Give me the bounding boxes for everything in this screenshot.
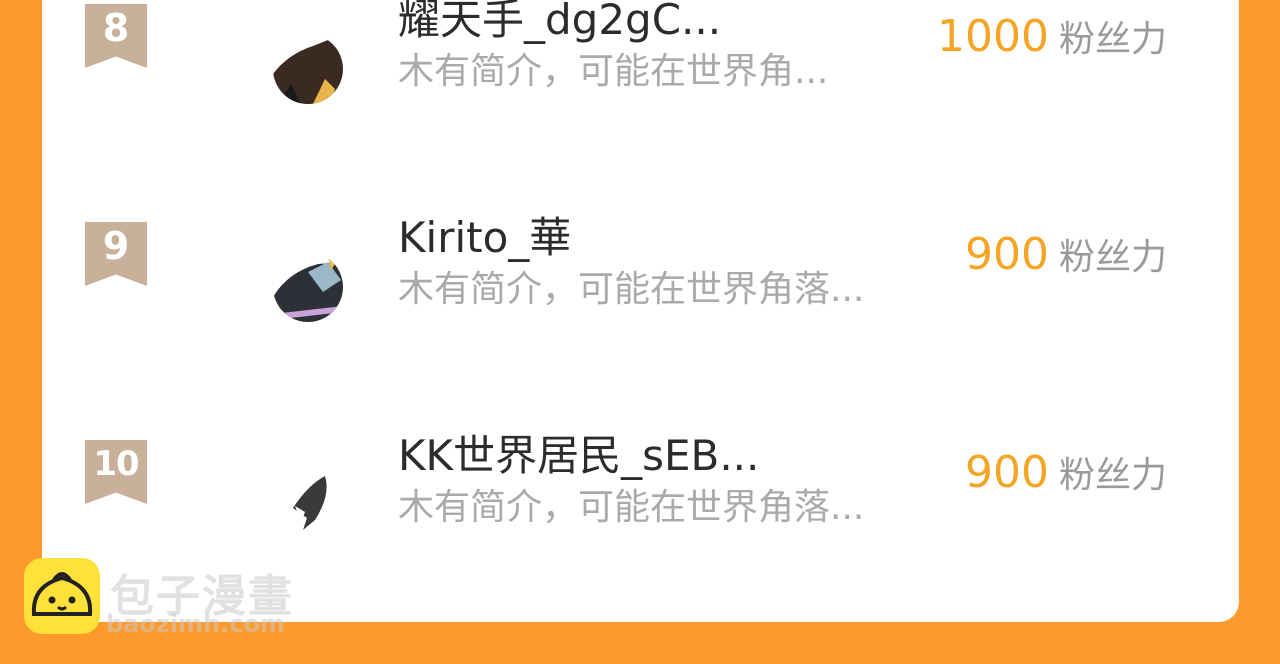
bun-mascot-icon [24,558,100,634]
avatar[interactable] [273,470,343,540]
fans-unit: 粉丝力 [1058,455,1167,496]
fans-count: 1000 粉丝力 [937,10,1167,62]
watermark: 包子漫畫 baozimh.com [24,556,324,638]
fans-unit: 粉丝力 [1058,19,1167,60]
user-name[interactable]: Kirito_華 [398,204,571,265]
user-name[interactable]: 耀天手_dg2gC... [398,0,721,47]
rank-number: 10 [93,444,139,484]
rank-badge: 9 [85,222,147,286]
avatar-image [273,34,343,104]
user-bio: 木有简介，可能在世界角落... [398,487,865,528]
rank-badge: 8 [85,4,147,68]
rank-number: 8 [102,6,130,50]
avatar[interactable] [273,34,343,104]
fans-number: 1000 [937,11,1049,62]
fans-number: 900 [965,229,1049,280]
rank-number: 9 [102,224,130,268]
avatar-image [273,470,343,540]
user-name[interactable]: KK世界居民_sEB... [398,422,759,483]
fans-unit: 粉丝力 [1058,237,1167,278]
avatar[interactable] [273,252,343,322]
fans-count: 900 粉丝力 [965,446,1167,498]
watermark-url: baozimh.com [106,610,285,638]
user-bio: 木有简介，可能在世界角... [398,51,829,92]
list-item[interactable]: 9 Kirito_華 木有简介，可能在世界角落... 900 粉丝力 [42,188,1239,388]
rank-badge: 10 [85,440,147,504]
fans-count: 900 粉丝力 [965,228,1167,280]
list-item[interactable]: 8 耀天手_dg2gC... 木有简介，可能在世界角... 1000 粉丝力 [42,0,1239,170]
fans-number: 900 [965,447,1049,498]
user-bio: 木有简介，可能在世界角落... [398,269,865,310]
avatar-image [273,252,343,322]
ranking-card: 8 耀天手_dg2gC... 木有简介，可能在世界角... 1000粉丝力 9 [42,0,1239,622]
